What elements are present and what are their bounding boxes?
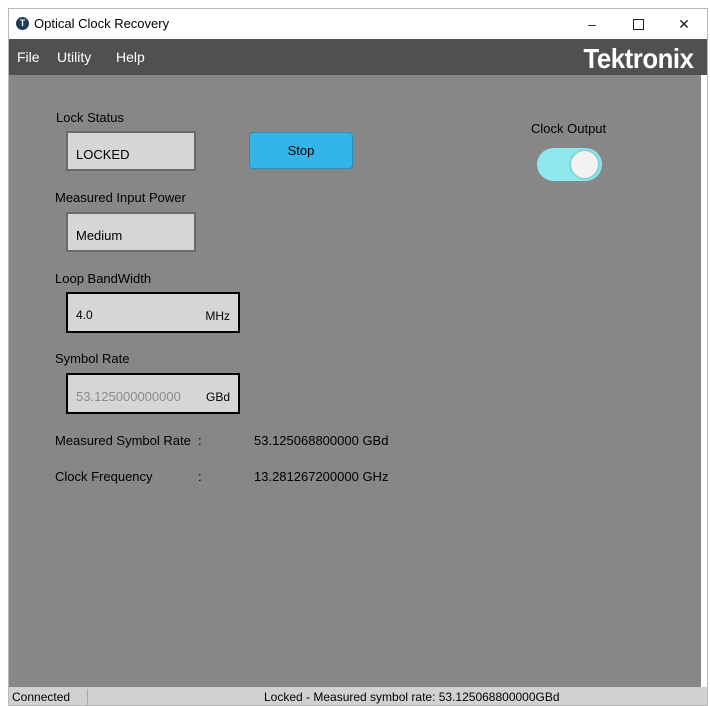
menu-file[interactable]: File [17, 49, 40, 65]
symbol-rate-value: 53.125000000000 [76, 389, 181, 404]
status-message: Locked - Measured symbol rate: 53.125068… [264, 690, 560, 704]
menu-bar: File Utility Help Tektronix [9, 39, 707, 75]
input-power-field: Medium [66, 212, 196, 252]
menu-utility[interactable]: Utility [57, 49, 91, 65]
clock-frequency-separator: : [198, 469, 202, 484]
clock-output-toggle[interactable] [537, 148, 602, 181]
measured-symbol-rate-label: Measured Symbol Rate [55, 433, 191, 448]
maximize-button[interactable] [615, 9, 661, 39]
connection-status: Connected [12, 690, 71, 704]
close-button[interactable]: ✕ [661, 9, 707, 39]
loop-bandwidth-unit: MHz [205, 309, 230, 323]
minimize-button[interactable]: – [569, 9, 615, 39]
title-bar[interactable]: T Optical Clock Recovery – ✕ [9, 9, 707, 39]
measured-symbol-rate-value: 53.125068800000 GBd [254, 433, 389, 448]
status-divider [87, 689, 88, 705]
symbol-rate-input[interactable]: 53.125000000000 GBd [66, 373, 240, 414]
toggle-knob [571, 151, 598, 178]
loop-bandwidth-value: 4.0 [76, 308, 93, 322]
main-panel: Lock Status LOCKED Stop Clock Output Mea… [9, 75, 701, 687]
lock-status-label: Lock Status [56, 110, 124, 125]
lock-status-value: LOCKED [76, 147, 130, 162]
clock-frequency-label: Clock Frequency [55, 469, 153, 484]
maximize-icon [632, 18, 644, 30]
clock-output-label: Clock Output [531, 121, 607, 136]
input-power-value: Medium [76, 228, 123, 243]
stop-button[interactable]: Stop [249, 132, 353, 169]
input-power-label: Measured Input Power [55, 190, 186, 205]
app-window: T Optical Clock Recovery – ✕ File Utilit… [8, 8, 708, 706]
lock-status-field: LOCKED [66, 131, 196, 171]
clock-frequency-value: 13.281267200000 GHz [254, 469, 389, 484]
window-title: Optical Clock Recovery [34, 16, 170, 31]
symbol-rate-label: Symbol Rate [55, 351, 130, 366]
loop-bandwidth-input[interactable]: 4.0 MHz [66, 292, 240, 333]
tektronix-logo: Tektronix [583, 43, 693, 74]
loop-bandwidth-label: Loop BandWidth [55, 271, 152, 286]
measured-symbol-rate-separator: : [198, 433, 202, 448]
tektronix-app-icon: T [16, 17, 29, 30]
menu-help[interactable]: Help [116, 49, 145, 65]
status-bar: Connected Locked - Measured symbol rate:… [9, 687, 707, 705]
symbol-rate-unit: GBd [205, 390, 230, 404]
